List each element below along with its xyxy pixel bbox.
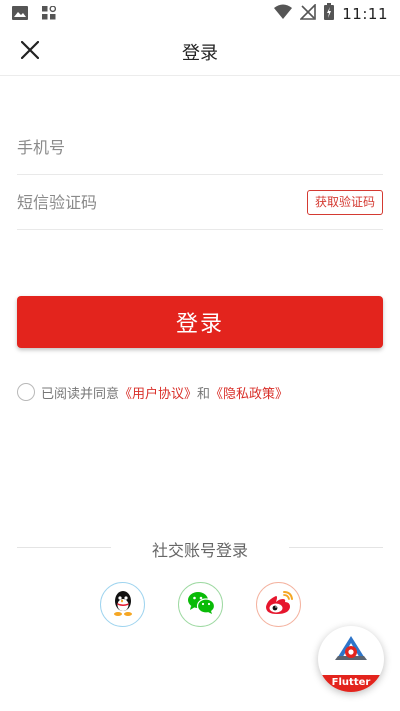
- wechat-icon: [187, 591, 215, 619]
- social-login-divider: 社交账号登录: [17, 537, 383, 560]
- app-grid-icon: [42, 5, 57, 24]
- qq-login-button[interactable]: [100, 582, 145, 627]
- qq-icon: [110, 589, 136, 621]
- weibo-icon: [264, 590, 294, 620]
- phone-field-row: [17, 120, 383, 175]
- wifi-icon: [274, 4, 293, 24]
- user-agreement-link[interactable]: 《用户协议》: [119, 383, 197, 402]
- no-signal-icon: [299, 2, 317, 24]
- status-bar-right: 11:11: [274, 2, 388, 24]
- phone-input[interactable]: [17, 137, 383, 157]
- login-button[interactable]: 登录: [17, 296, 383, 348]
- agreement-and: 和: [197, 386, 211, 402]
- status-bar: 11:11: [0, 0, 400, 26]
- sms-code-field-row: 获取验证码: [17, 175, 383, 230]
- get-code-button[interactable]: 获取验证码: [306, 190, 383, 215]
- social-login-title: 社交账号登录: [151, 541, 248, 560]
- battery-charging-icon: [324, 3, 335, 24]
- wechat-login-button[interactable]: [178, 582, 223, 627]
- status-time: 11:11: [342, 4, 388, 23]
- agreement-row: 已阅读并同意 《用户协议》 和 《隐私政策》: [17, 381, 288, 403]
- flutter-logo-icon: [332, 634, 370, 672]
- sms-code-input[interactable]: [17, 192, 287, 212]
- agreement-prefix: 已阅读并同意: [41, 386, 120, 402]
- app-header: 登录: [0, 26, 400, 76]
- weibo-login-button[interactable]: [256, 582, 301, 627]
- flutter-floating-badge[interactable]: Flutter: [318, 626, 384, 692]
- privacy-policy-link[interactable]: 《隐私政策》: [210, 383, 288, 402]
- divider-right: [289, 547, 383, 548]
- image-icon: [12, 5, 28, 24]
- status-bar-left: [12, 5, 57, 24]
- page-title: 登录: [182, 43, 218, 64]
- agree-checkbox[interactable]: [17, 383, 35, 401]
- flutter-label: Flutter: [318, 675, 384, 692]
